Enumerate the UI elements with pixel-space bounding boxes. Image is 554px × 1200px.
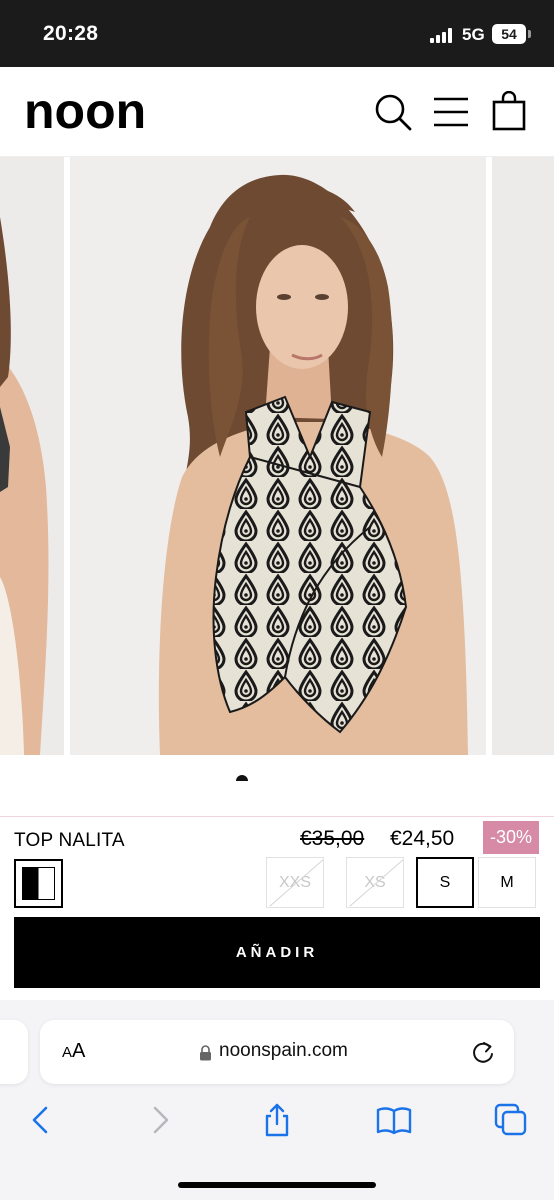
size-option-s[interactable]: S xyxy=(416,857,474,908)
size-option-xs[interactable]: XS xyxy=(346,857,404,908)
browser-toolbar: AA noonspain.com xyxy=(0,1000,554,1200)
share-icon[interactable] xyxy=(259,1102,295,1138)
address-bar[interactable]: AA noonspain.com xyxy=(40,1020,514,1084)
status-time: 20:28 xyxy=(43,22,99,45)
add-to-cart-button[interactable]: AÑADIR xyxy=(14,917,540,988)
url-text[interactable]: noonspain.com xyxy=(219,1040,348,1062)
gallery-slide-current[interactable] xyxy=(70,157,486,755)
site-header: noon xyxy=(0,67,554,157)
product-gallery[interactable] xyxy=(0,157,554,755)
shopping-bag-icon[interactable] xyxy=(488,91,530,133)
gallery-slide-next[interactable] xyxy=(492,157,554,755)
tabs-icon[interactable] xyxy=(493,1102,529,1138)
home-indicator xyxy=(178,1182,376,1188)
size-option-xxs[interactable]: XXS xyxy=(266,857,324,908)
signal-icon xyxy=(430,28,454,43)
color-swatch-fill xyxy=(22,867,55,900)
original-price: €35,00 xyxy=(300,827,365,850)
lock-icon xyxy=(200,1045,211,1061)
text-size-small-label: A xyxy=(62,1044,73,1061)
sale-price: €24,50 xyxy=(390,827,455,850)
product-title: TOP NALITA xyxy=(14,830,125,851)
product-photo-next xyxy=(492,157,554,755)
text-size-button[interactable]: AA xyxy=(62,1040,85,1063)
gallery-pagination-dot[interactable] xyxy=(236,775,248,781)
bookmarks-icon[interactable] xyxy=(376,1102,412,1138)
network-type: 5G xyxy=(462,25,485,44)
reload-icon[interactable] xyxy=(470,1039,496,1065)
forward-icon[interactable] xyxy=(142,1102,178,1138)
product-photo-previous xyxy=(0,157,64,755)
battery-tip xyxy=(528,30,531,38)
text-size-large-label: A xyxy=(72,1040,86,1062)
size-option-m[interactable]: M xyxy=(478,857,536,908)
gallery-slide-previous[interactable] xyxy=(0,157,64,755)
product-info-panel: TOP NALITA €35,00 €24,50 -30% XXS XS S M… xyxy=(0,816,554,1000)
color-swatch-black-white[interactable] xyxy=(14,859,63,908)
discount-badge: -30% xyxy=(483,821,539,854)
site-logo[interactable]: noon xyxy=(24,85,146,137)
menu-icon[interactable] xyxy=(430,91,472,133)
status-bar: 20:28 5G 54 xyxy=(0,0,554,67)
search-icon[interactable] xyxy=(372,91,414,133)
battery-icon: 54 xyxy=(492,24,526,44)
back-icon[interactable] xyxy=(23,1102,59,1138)
product-photo-main xyxy=(70,157,486,755)
previous-tab-preview[interactable] xyxy=(0,1020,28,1084)
